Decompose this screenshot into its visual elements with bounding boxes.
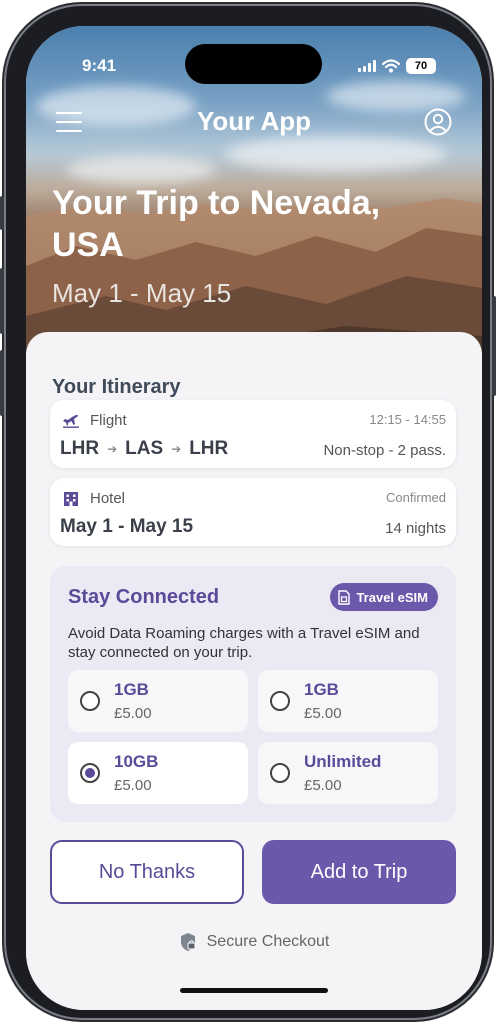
sim-card-icon	[338, 589, 351, 605]
phone-frame: 9:41 70 Your App Your Trip to Nevada, US…	[0, 6, 496, 1018]
status-time: 9:41	[82, 56, 117, 75]
radio-button[interactable]	[80, 691, 100, 711]
power-button	[492, 296, 496, 396]
signal-icon	[358, 60, 376, 72]
hotel-status: Confirmed	[386, 490, 446, 505]
plan-option-selected[interactable]: 10GB £5.00	[68, 742, 248, 804]
plane-icon	[63, 414, 79, 428]
route-destination: LHR	[189, 438, 229, 459]
esim-offer-card: Stay Connected Travel eSIM Avoid Data Ro…	[50, 566, 456, 822]
hero-image: 9:41 70 Your App Your Trip to Nevada, US…	[26, 26, 482, 366]
app-bar: Your App	[26, 106, 482, 146]
trip-dates: May 1 - May 15	[52, 278, 232, 308]
screen: 9:41 70 Your App Your Trip to Nevada, US…	[26, 26, 482, 1010]
battery-indicator: 70	[406, 58, 436, 74]
arrow-right-icon: ➔	[171, 442, 182, 456]
flight-label: Flight	[90, 412, 127, 429]
status-bar: 9:41 70	[26, 56, 482, 76]
esim-title: Stay Connected	[68, 586, 220, 608]
add-to-trip-button[interactable]: Add to Trip	[262, 840, 456, 904]
shield-lock-icon	[180, 933, 196, 951]
app-title: Your App	[196, 106, 312, 136]
flight-times: 12:15 - 14:55	[369, 412, 446, 427]
hotel-nights: 14 nights	[385, 520, 446, 537]
secure-checkout-label: Secure Checkout	[206, 933, 330, 950]
profile-icon[interactable]	[424, 108, 452, 136]
itinerary-title: Your Itinerary	[52, 376, 181, 398]
volume-down-button	[0, 350, 4, 416]
volume-up-button	[0, 268, 4, 334]
plan-name: Unlimited	[304, 752, 382, 771]
flight-route: LHR ➔ LAS ➔ LHR	[60, 438, 228, 460]
route-origin: LHR	[60, 438, 100, 459]
plan-option[interactable]: 1GB £5.00	[258, 670, 438, 732]
radio-button[interactable]	[270, 763, 290, 783]
hotel-label: Hotel	[90, 490, 126, 507]
esim-description: Avoid Data Roaming charges with a Travel…	[68, 625, 420, 661]
radio-button[interactable]	[270, 691, 290, 711]
hotel-card[interactable]: Hotel Confirmed May 1 - May 15 14 nights	[50, 478, 456, 546]
action-button	[0, 196, 4, 230]
esim-badge-label: Travel eSIM	[356, 589, 428, 605]
plan-name: 10GB	[114, 752, 159, 771]
radio-button-selected[interactable]	[80, 763, 100, 783]
hotel-dates: May 1 - May 15	[60, 516, 194, 537]
no-thanks-button[interactable]: No Thanks	[50, 840, 244, 904]
plan-name: 1GB	[114, 680, 149, 699]
flight-card[interactable]: Flight 12:15 - 14:55 LHR ➔ LAS ➔ LHR Non…	[50, 400, 456, 468]
hotel-icon	[64, 492, 78, 506]
wifi-icon	[382, 59, 400, 73]
secure-checkout: Secure Checkout	[26, 932, 482, 952]
plan-price: £5.00	[304, 705, 342, 722]
plan-name: 1GB	[304, 680, 339, 699]
esim-badge: Travel eSIM	[330, 583, 438, 611]
plan-option[interactable]: 1GB £5.00	[68, 670, 248, 732]
trip-title: Your Trip to Nevada, USA	[52, 184, 381, 264]
plan-option[interactable]: Unlimited £5.00	[258, 742, 438, 804]
plan-price: £5.00	[114, 777, 152, 794]
plan-price: £5.00	[114, 705, 152, 722]
flight-details: Non-stop - 2 pass.	[323, 442, 446, 459]
home-indicator[interactable]	[180, 988, 328, 993]
plan-price: £5.00	[304, 777, 342, 794]
arrow-right-icon: ➔	[107, 442, 118, 456]
route-stop: LAS	[125, 438, 164, 459]
